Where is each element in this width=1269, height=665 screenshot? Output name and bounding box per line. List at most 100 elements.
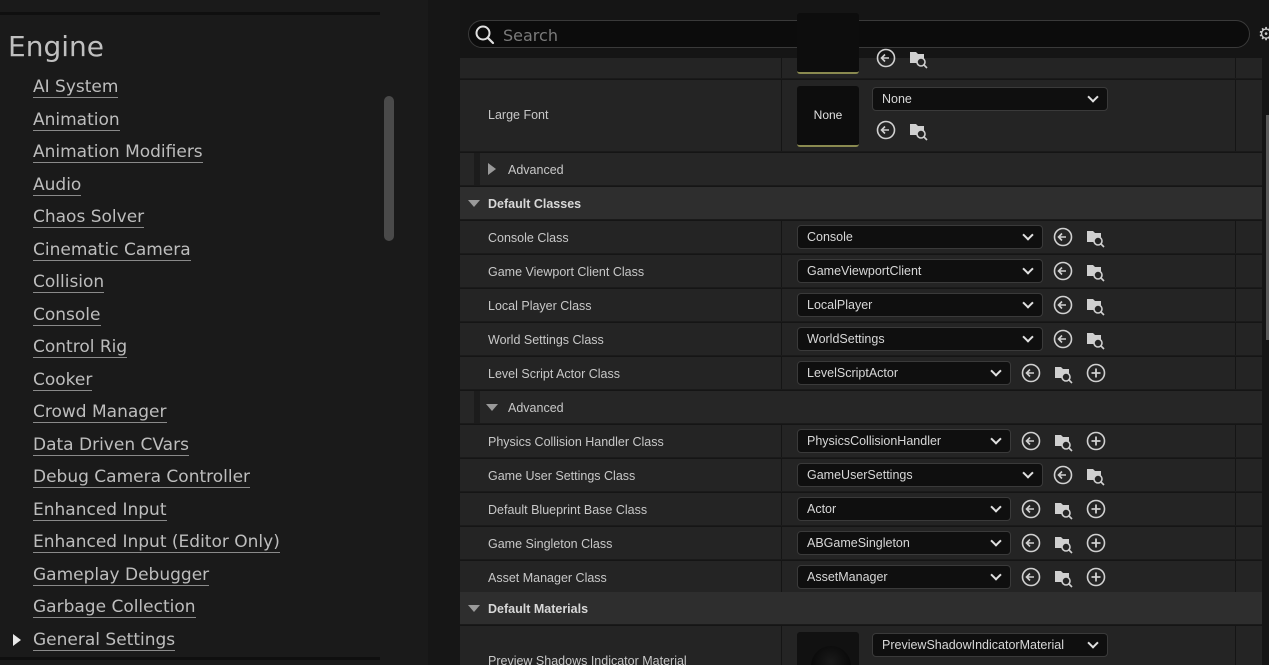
asset-thumbnail[interactable] (797, 13, 859, 74)
panel-divider (428, 0, 460, 665)
use-selected-icon[interactable] (1020, 566, 1042, 588)
sidebar-item-label[interactable]: Audio (33, 175, 82, 196)
class-combo[interactable]: GameUserSettings (797, 463, 1043, 487)
use-selected-icon[interactable] (1020, 498, 1042, 520)
sidebar-item-animation-modifiers[interactable]: Animation Modifiers (0, 136, 380, 169)
use-selected-icon[interactable] (875, 119, 897, 141)
sidebar-item-label[interactable]: Cooker (33, 370, 93, 391)
expand-arrow-icon[interactable] (488, 163, 496, 175)
add-new-icon[interactable] (1085, 498, 1107, 520)
expand-arrow-icon[interactable] (13, 633, 21, 646)
column-separator (1235, 80, 1236, 151)
sidebar-item-animation[interactable]: Animation (0, 104, 380, 137)
use-selected-icon[interactable] (1052, 328, 1074, 350)
sidebar-item-label[interactable]: Cinematic Camera (33, 240, 191, 261)
category-default-materials[interactable]: Default Materials (460, 592, 1262, 625)
sidebar-scrollbar[interactable] (384, 96, 394, 241)
search-box[interactable] (468, 20, 1250, 48)
add-new-icon[interactable] (1085, 362, 1107, 384)
material-thumbnail[interactable] (797, 632, 859, 665)
sidebar-item-label[interactable]: Debug Camera Controller (33, 468, 251, 488)
browse-asset-icon[interactable] (1052, 566, 1074, 588)
property-row-asset-manager-class: Asset Manager Class AssetManager (460, 561, 1262, 594)
sidebar-item-label[interactable]: AI System (33, 78, 119, 98)
sidebar-item-label[interactable]: Animation Modifiers (33, 143, 203, 163)
class-combo[interactable]: ABGameSingleton (797, 531, 1011, 555)
sidebar-item-data-driven-cvars[interactable]: Data Driven CVars (0, 429, 380, 462)
sidebar-item-console[interactable]: Console (0, 299, 380, 332)
class-combo[interactable]: LocalPlayer (797, 293, 1043, 317)
sidebar-item-label[interactable]: Enhanced Input (Editor Only) (33, 533, 280, 553)
chevron-down-icon (1022, 229, 1034, 241)
sidebar-item-label[interactable]: Console (33, 305, 101, 326)
sidebar-item-cinematic-camera[interactable]: Cinematic Camera (0, 234, 380, 267)
sidebar-item-label[interactable]: Garbage Collection (33, 598, 196, 618)
browse-asset-icon[interactable] (1084, 328, 1106, 350)
browse-asset-icon[interactable] (1084, 294, 1106, 316)
collapse-arrow-icon[interactable] (468, 200, 480, 207)
use-selected-icon[interactable] (1052, 464, 1074, 486)
use-selected-icon[interactable] (1020, 362, 1042, 384)
advanced-section-collapsed[interactable]: Advanced (460, 153, 1262, 186)
add-new-icon[interactable] (1085, 430, 1107, 452)
class-combo[interactable]: Actor (797, 497, 1011, 521)
class-combo[interactable]: LevelScriptActor (797, 361, 1011, 385)
class-combo[interactable]: Console (797, 225, 1043, 249)
sidebar-item-debug-camera-controller[interactable]: Debug Camera Controller (0, 461, 380, 494)
browse-asset-icon[interactable] (1084, 464, 1106, 486)
sidebar-item-enhanced-input-editor-only[interactable]: Enhanced Input (Editor Only) (0, 526, 380, 559)
sidebar-item-label[interactable]: Gameplay Debugger (33, 565, 210, 586)
collapse-arrow-icon[interactable] (486, 404, 498, 411)
property-row-game-user-settings-class: Game User Settings Class GameUserSetting… (460, 459, 1262, 492)
sidebar-item-label[interactable]: Data Driven CVars (33, 435, 189, 456)
use-selected-icon[interactable] (875, 47, 897, 69)
class-combo[interactable]: WorldSettings (797, 327, 1043, 351)
sidebar-item-control-rig[interactable]: Control Rig (0, 331, 380, 364)
sidebar-item-garbage-collection[interactable]: Garbage Collection (0, 591, 380, 624)
sidebar-item-label[interactable]: Collision (33, 273, 105, 293)
use-selected-icon[interactable] (1020, 532, 1042, 554)
add-new-icon[interactable] (1085, 566, 1107, 588)
settings-gear-icon[interactable]: ⚙ (1258, 24, 1269, 44)
category-default-classes[interactable]: Default Classes (460, 187, 1262, 220)
sidebar-item-label[interactable]: Animation (33, 110, 120, 131)
browse-asset-icon[interactable] (1052, 532, 1074, 554)
sidebar-item-gameplay-debugger[interactable]: Gameplay Debugger (0, 559, 380, 592)
large-font-combo[interactable]: None (872, 87, 1108, 111)
sidebar-item-crowd-manager[interactable]: Crowd Manager (0, 396, 380, 429)
property-label: Game Singleton Class (488, 537, 613, 551)
use-selected-icon[interactable] (1052, 294, 1074, 316)
browse-asset-icon[interactable] (1052, 430, 1074, 452)
use-selected-icon[interactable] (1052, 260, 1074, 282)
class-combo[interactable]: GameViewportClient (797, 259, 1043, 283)
browse-asset-icon[interactable] (907, 119, 929, 141)
property-row-game-singleton-class: Game Singleton Class ABGameSingleton (460, 527, 1262, 560)
browse-asset-icon[interactable] (1084, 260, 1106, 282)
sidebar-item-label[interactable]: General Settings (33, 630, 176, 651)
sidebar-item-general-settings[interactable]: General Settings (0, 624, 380, 657)
use-selected-icon[interactable] (1020, 430, 1042, 452)
sidebar-item-cooker[interactable]: Cooker (0, 364, 380, 397)
sidebar-item-label[interactable]: Enhanced Input (33, 500, 167, 521)
sidebar-item-chaos-solver[interactable]: Chaos Solver (0, 201, 380, 234)
class-combo[interactable]: AssetManager (797, 565, 1011, 589)
browse-asset-icon[interactable] (907, 47, 929, 69)
sidebar-item-label[interactable]: Control Rig (33, 338, 128, 358)
material-combo[interactable]: PreviewShadowIndicatorMaterial (872, 633, 1108, 657)
class-combo[interactable]: PhysicsCollisionHandler (797, 429, 1011, 453)
sidebar-item-label[interactable]: Crowd Manager (33, 403, 167, 423)
browse-asset-icon[interactable] (1084, 226, 1106, 248)
sidebar-item-collision[interactable]: Collision (0, 266, 380, 299)
column-separator (781, 459, 782, 491)
add-new-icon[interactable] (1085, 532, 1107, 554)
browse-asset-icon[interactable] (1052, 498, 1074, 520)
use-selected-icon[interactable] (1052, 226, 1074, 248)
sidebar-item-audio[interactable]: Audio (0, 169, 380, 202)
sidebar-item-label[interactable]: Chaos Solver (33, 208, 145, 228)
advanced-section-expanded[interactable]: Advanced (460, 391, 1262, 424)
sidebar-item-enhanced-input[interactable]: Enhanced Input (0, 494, 380, 527)
sidebar-item-ai-system[interactable]: AI System (0, 71, 380, 104)
browse-asset-icon[interactable] (1052, 362, 1074, 384)
collapse-arrow-icon[interactable] (468, 605, 480, 612)
asset-thumbnail[interactable]: None (797, 86, 859, 147)
